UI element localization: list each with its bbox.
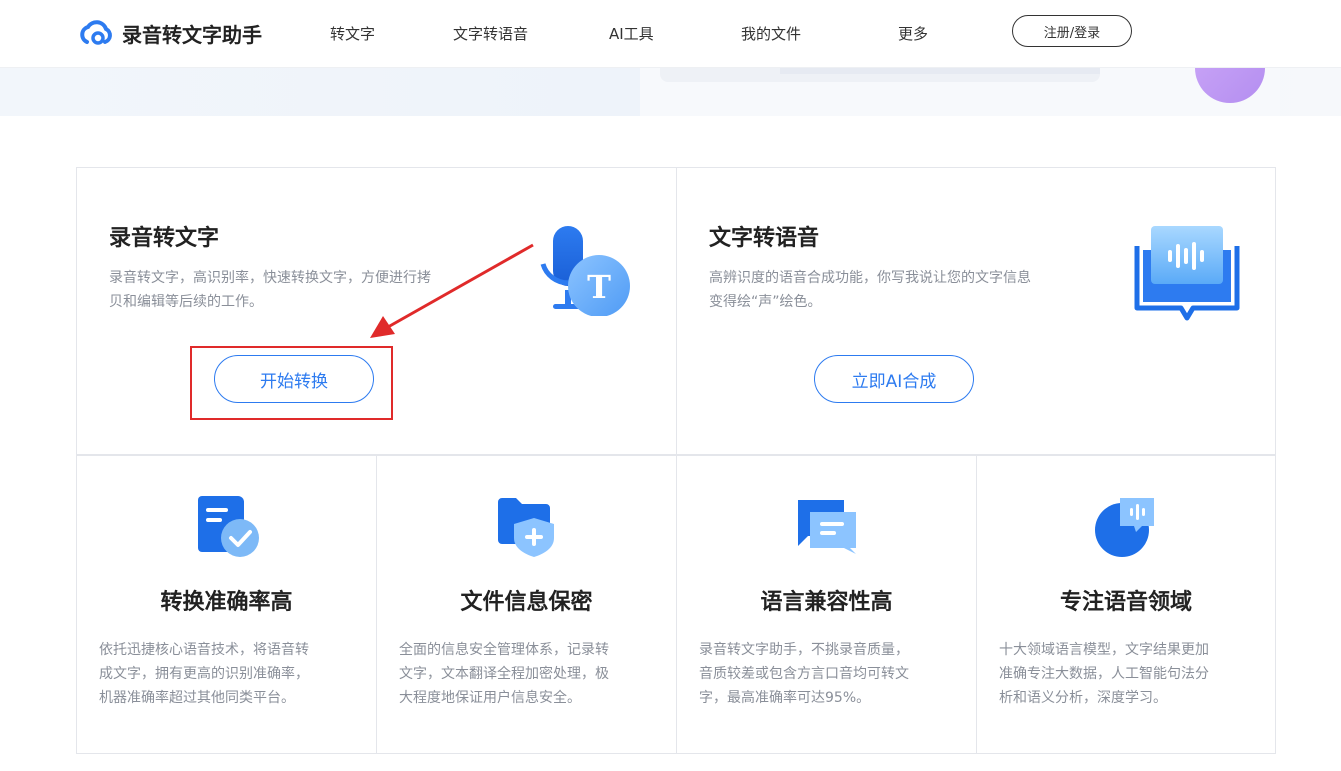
desc-line: 录音转文字，高识别率，快速转换文字，方便进行拷 bbox=[109, 270, 431, 286]
card-title: 录音转文字 bbox=[109, 226, 220, 251]
microphone-text-icon: T bbox=[540, 226, 630, 316]
feature-title: 转换准确率高 bbox=[160, 590, 293, 615]
text-to-speech-card: 文字转语音 高辨识度的语音合成功能，你写我说让您的文字信息 变得绘“声”绘色。 … bbox=[676, 167, 1276, 455]
desc-line: 准确专注大数据，人工智能句法分 bbox=[999, 666, 1209, 682]
cloud-logo-icon bbox=[80, 20, 112, 45]
voice-bubble-icon bbox=[1095, 498, 1154, 557]
feature-description: 十大领域语言模型，文字结果更加 准确专注大数据，人工智能句法分 析和语义分析，深… bbox=[999, 638, 1251, 710]
card-title: 文字转语音 bbox=[709, 226, 820, 251]
card-description: 高辨识度的语音合成功能，你写我说让您的文字信息 变得绘“声”绘色。 bbox=[709, 266, 1089, 314]
logo[interactable]: 录音转文字助手 bbox=[78, 18, 262, 48]
card-description: 录音转文字，高识别率，快速转换文字，方便进行拷 贝和编辑等后续的工作。 bbox=[109, 266, 489, 314]
feature-card-voice-focus: 专注语音领域 十大领域语言模型，文字结果更加 准确专注大数据，人工智能句法分 析… bbox=[976, 455, 1276, 754]
chat-bubbles-icon bbox=[798, 500, 856, 554]
desc-line: 贝和编辑等后续的工作。 bbox=[109, 294, 263, 310]
feature-title: 专注语音领域 bbox=[1059, 590, 1192, 615]
desc-line: 文字，文本翻译全程加密处理，极 bbox=[399, 666, 609, 682]
desc-line: 大程度地保证用户信息安全。 bbox=[399, 690, 581, 706]
feature-card-accuracy: 转换准确率高 依托迅捷核心语音技术，将语音转 成文字，拥有更高的识别准确率， 机… bbox=[76, 455, 377, 754]
desc-line: 变得绘“声”绘色。 bbox=[709, 294, 822, 310]
register-login-button[interactable]: 注册/登录 bbox=[1012, 15, 1132, 47]
nav-item-ai-tools[interactable]: AI工具 bbox=[609, 23, 654, 44]
nav-item-my-files[interactable]: 我的文件 bbox=[741, 23, 801, 44]
top-nav-bar: 录音转文字助手 转文字 文字转语音 AI工具 我的文件 更多 注册/登录 bbox=[0, 0, 1341, 68]
desc-line: 析和语义分析，深度学习。 bbox=[999, 690, 1167, 706]
desc-line: 高辨识度的语音合成功能，你写我说让您的文字信息 bbox=[709, 270, 1031, 286]
feature-title: 文件信息保密 bbox=[460, 590, 593, 615]
nav-item-speech-to-text[interactable]: 转文字 bbox=[330, 23, 375, 44]
desc-line: 依托迅捷核心语音技术，将语音转 bbox=[99, 642, 309, 658]
desc-line: 十大领域语言模型，文字结果更加 bbox=[999, 642, 1209, 658]
nav-item-text-to-speech[interactable]: 文字转语音 bbox=[453, 23, 528, 44]
book-voice-icon bbox=[1134, 226, 1240, 321]
feature-description: 全面的信息安全管理体系，记录转 文字，文本翻译全程加密处理，极 大程度地保证用户… bbox=[399, 638, 651, 710]
banner-decor bbox=[780, 68, 1100, 74]
desc-line: 音质较差或包含方言口音均可转文 bbox=[699, 666, 909, 682]
highlight-box bbox=[190, 346, 393, 420]
logo-text: 录音转文字助手 bbox=[122, 22, 262, 47]
desc-line: 全面的信息安全管理体系，记录转 bbox=[399, 642, 609, 658]
document-check-icon bbox=[198, 496, 259, 557]
folder-shield-icon bbox=[498, 498, 554, 557]
feature-card-security: 文件信息保密 全面的信息安全管理体系，记录转 文字，文本翻译全程加密处理，极 大… bbox=[376, 455, 677, 754]
feature-title: 语言兼容性高 bbox=[760, 590, 893, 615]
hero-banner bbox=[0, 68, 1341, 116]
nav-item-more[interactable]: 更多 bbox=[898, 23, 928, 44]
desc-line: 字，最高准确率可达95%。 bbox=[699, 690, 871, 706]
ai-synthesize-button[interactable]: 立即AI合成 bbox=[814, 355, 974, 403]
feature-description: 录音转文字助手，不挑录音质量， 音质较差或包含方言口音均可转文 字，最高准确率可… bbox=[699, 638, 951, 710]
desc-line: 机器准确率超过其他同类平台。 bbox=[99, 690, 295, 706]
desc-line: 录音转文字助手，不挑录音质量， bbox=[699, 642, 909, 658]
desc-line: 成文字，拥有更高的识别准确率， bbox=[99, 666, 309, 682]
feature-card-compatibility: 语言兼容性高 录音转文字助手，不挑录音质量， 音质较差或包含方言口音均可转文 字… bbox=[676, 455, 977, 754]
svg-text:T: T bbox=[587, 268, 611, 306]
feature-description: 依托迅捷核心语音技术，将语音转 成文字，拥有更高的识别准确率， 机器准确率超过其… bbox=[99, 638, 351, 710]
